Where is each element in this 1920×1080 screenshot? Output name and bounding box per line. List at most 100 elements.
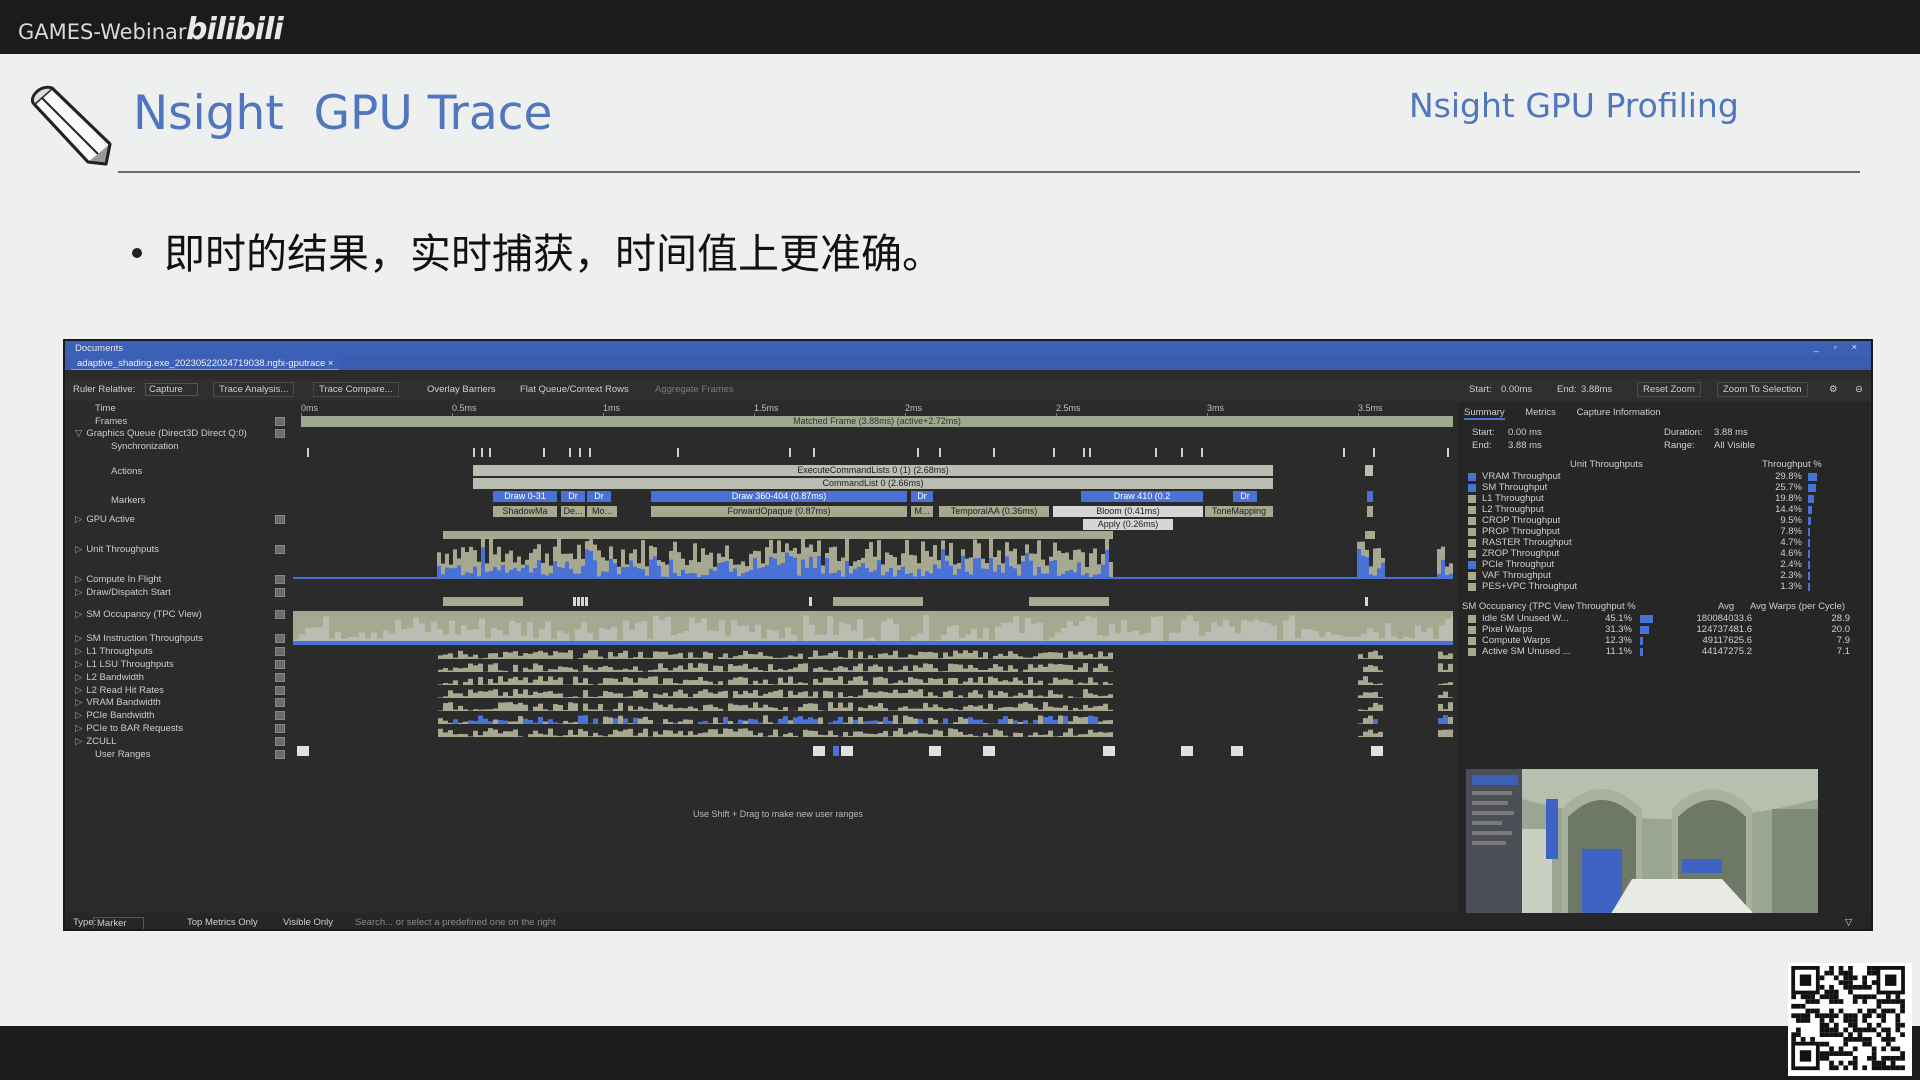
row-label[interactable]: ▷ L2 Bandwidth (75, 672, 144, 683)
start-input[interactable]: 0.00ms (1501, 384, 1532, 395)
sync-mark[interactable] (579, 448, 581, 457)
expand-triangle-icon[interactable]: ▷ (75, 609, 82, 620)
sync-mark[interactable] (307, 448, 309, 457)
expand-triangle-icon[interactable]: ▷ (75, 672, 82, 683)
sync-mark[interactable] (1089, 448, 1091, 457)
occ-header-throughput[interactable]: Throughput % (1576, 601, 1636, 612)
visible-only-toggle[interactable]: Visible Only (283, 917, 333, 928)
flat-queue-toggle[interactable]: Flat Queue/Context Rows (520, 384, 629, 395)
row-menu-icon[interactable] (275, 673, 285, 682)
expand-triangle-icon[interactable]: ▷ (75, 544, 82, 555)
sync-mark[interactable] (1447, 448, 1449, 457)
trace-analysis-button[interactable]: Trace Analysis... (213, 382, 295, 397)
row-menu-icon[interactable] (275, 634, 285, 643)
tab-metrics[interactable]: Metrics (1525, 407, 1556, 418)
expand-triangle-icon[interactable]: ▷ (75, 710, 82, 721)
sync-mark[interactable] (1155, 448, 1157, 457)
row-menu-icon[interactable] (275, 417, 285, 426)
sync-mark[interactable] (939, 448, 941, 457)
expand-triangle-icon[interactable]: ▷ (75, 633, 82, 644)
row-label[interactable]: ▷ SM Instruction Throughputs (75, 633, 203, 644)
sync-mark[interactable] (789, 448, 791, 457)
marker-de[interactable]: De... (561, 506, 585, 517)
sync-mark[interactable] (677, 448, 679, 457)
draw-360-404-bar[interactable]: Draw 360-404 (0.87ms) (651, 491, 907, 502)
row-label[interactable]: ▷ SM Occupancy (TPC View) (75, 609, 202, 620)
table-row[interactable]: PES+VPC Throughput 1.3% (1468, 581, 1848, 593)
occ-header-name[interactable]: SM Occupancy (TPC View (1462, 601, 1574, 612)
row-menu-icon[interactable] (275, 610, 285, 619)
sync-mark[interactable] (473, 448, 475, 457)
end-input[interactable]: 3.88ms (1581, 384, 1612, 395)
expand-triangle-icon[interactable]: ▷ (75, 685, 82, 696)
occ-header-warps[interactable]: Avg Warps (per Cycle) (1750, 601, 1845, 612)
marker-mo[interactable]: Mo... (587, 506, 617, 517)
row-label[interactable]: ▷ PCIe to BAR Requests (75, 723, 183, 734)
expand-triangle-icon[interactable]: ▷ (75, 736, 82, 747)
ruler-relative-select[interactable]: Capture (145, 383, 198, 396)
expand-triangle-icon[interactable]: ▷ (75, 723, 82, 734)
marker-end[interactable] (1367, 506, 1373, 517)
row-menu-icon[interactable] (275, 515, 285, 524)
reset-zoom-button[interactable]: Reset Zoom (1637, 382, 1701, 397)
matched-frame-bar[interactable]: Matched Frame (3.88ms) (active+2.72ms) (301, 416, 1453, 427)
row-menu-icon[interactable] (275, 575, 285, 584)
expand-triangle-icon[interactable]: ▽ (75, 428, 82, 439)
settings-gear-icon[interactable]: ⚙ (1829, 384, 1838, 395)
row-label[interactable]: ▷ Draw/Dispatch Start (75, 587, 171, 598)
sync-mark[interactable] (993, 448, 995, 457)
filter-icon[interactable]: ▽ (1845, 917, 1852, 928)
row-label[interactable]: ▷ GPU Active (75, 514, 135, 525)
row-label[interactable]: ▽ Graphics Queue (Direct3D Direct Q:0) (75, 428, 247, 439)
sync-mark[interactable] (1053, 448, 1055, 457)
tonemapping-marker[interactable]: ToneMapping (1205, 506, 1273, 517)
sync-mark[interactable] (489, 448, 491, 457)
window-controls[interactable]: _ ▫ × (1814, 342, 1863, 353)
unit-throughputs-header[interactable]: Unit Throughputs (1570, 459, 1643, 470)
row-menu-icon[interactable] (275, 737, 285, 746)
type-select[interactable]: Marker (93, 917, 144, 929)
sync-mark[interactable] (1181, 448, 1183, 457)
table-row[interactable]: Active SM Unused ... 11.1% 44147275.2 7.1 (1468, 646, 1850, 658)
draw-bar[interactable]: Dr (561, 491, 585, 502)
expand-triangle-icon[interactable]: ▷ (75, 646, 82, 657)
row-menu-icon[interactable] (275, 698, 285, 707)
row-menu-icon[interactable] (275, 429, 285, 438)
overlay-barriers-toggle[interactable]: Overlay Barriers (427, 384, 496, 395)
sync-mark[interactable] (1373, 448, 1375, 457)
end-action-bar[interactable] (1365, 465, 1373, 476)
tab-summary[interactable]: Summary (1464, 407, 1505, 420)
draw-0-31-bar[interactable]: Draw 0-31 (493, 491, 557, 502)
draw-bar[interactable]: Dr (587, 491, 611, 502)
row-menu-icon[interactable] (275, 545, 285, 554)
row-label[interactable]: ▷ Unit Throughputs (75, 544, 159, 555)
expand-triangle-icon[interactable]: ▷ (75, 514, 82, 525)
row-label[interactable]: ▷ L1 Throughputs (75, 646, 153, 657)
sync-mark[interactable] (813, 448, 815, 457)
row-menu-icon[interactable] (275, 750, 285, 759)
row-menu-icon[interactable] (275, 711, 285, 720)
row-menu-icon[interactable] (275, 660, 285, 669)
row-label[interactable]: ▷ VRAM Bandwidth (75, 697, 161, 708)
draw-bar-end[interactable] (1367, 491, 1373, 502)
frame-thumbnail-list[interactable] (1466, 769, 1524, 929)
expand-triangle-icon[interactable]: ▷ (75, 659, 82, 670)
temporal-aa-marker[interactable]: TemporalAA (0.36ms) (939, 506, 1049, 517)
forward-opaque-marker[interactable]: ForwardOpaque (0.87ms) (651, 506, 907, 517)
row-menu-icon[interactable] (275, 724, 285, 733)
row-label[interactable]: ▷ Compute In Flight (75, 574, 161, 585)
sync-mark[interactable] (589, 448, 591, 457)
minus-circle-icon[interactable]: ⊖ (1855, 384, 1863, 395)
row-label[interactable]: ▷ L2 Read Hit Rates (75, 685, 164, 696)
apply-marker[interactable]: Apply (0.26ms) (1083, 519, 1173, 530)
marker-m[interactable]: M... (911, 506, 933, 517)
expand-triangle-icon[interactable]: ▷ (75, 587, 82, 598)
execute-command-lists-bar[interactable]: ExecuteCommandLists 0 (1) (2.68ms) (473, 465, 1273, 476)
expand-triangle-icon[interactable]: ▷ (75, 574, 82, 585)
draw-410-bar[interactable]: Draw 410 (0.2 (1081, 491, 1203, 502)
row-menu-icon[interactable] (275, 686, 285, 695)
row-label[interactable]: ▷ L1 LSU Throughputs (75, 659, 174, 670)
sync-mark[interactable] (569, 448, 571, 457)
draw-bar[interactable]: Dr (1233, 491, 1257, 502)
sync-mark[interactable] (1343, 448, 1345, 457)
